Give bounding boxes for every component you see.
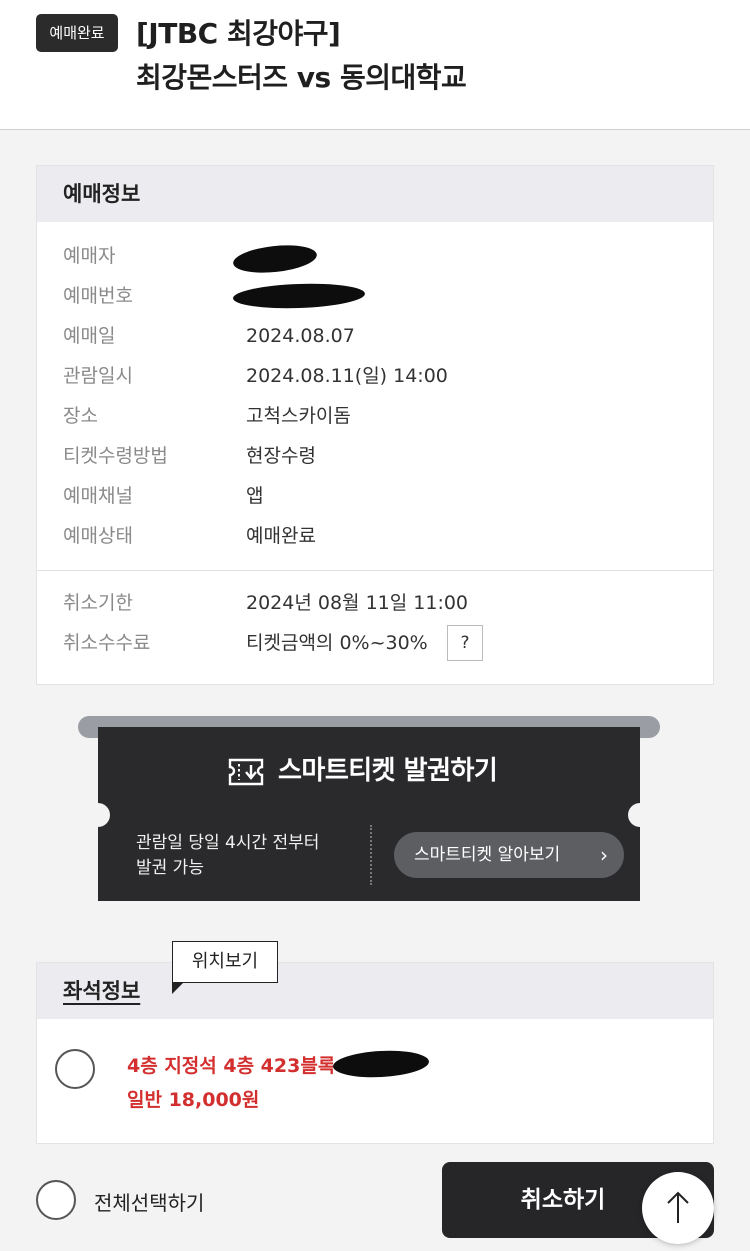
seat-select-radio[interactable] xyxy=(55,1049,95,1089)
info-row-booking-date: 예매일 2024.08.07 xyxy=(37,316,713,356)
info-label: 예매일 xyxy=(63,325,116,347)
page-title: [JTBC 최강야구] 최강몬스터즈 vs 동의대학교 xyxy=(136,12,467,100)
info-row-booker: 예매자 xyxy=(37,236,713,277)
issue-smart-ticket-button[interactable]: 스마트티켓 발권하기 xyxy=(98,727,640,817)
cancel-info-list: 취소기한 2024년 08월 11일 11:00 취소수수료 티켓금액의 0%~… xyxy=(37,571,713,675)
select-all-radio[interactable] xyxy=(36,1180,76,1220)
info-row-pickup-method: 티켓수령방법 현장수령 xyxy=(37,436,713,476)
learn-more-label: 스마트티켓 알아보기 xyxy=(414,845,561,865)
info-row-event-datetime: 관람일시 2024.08.11(일) 14:00 xyxy=(37,356,713,396)
ticket-perforation xyxy=(370,825,372,885)
info-value: 2024.08.07 xyxy=(246,325,355,347)
info-value: 앱 xyxy=(246,485,264,507)
arrow-up-icon xyxy=(666,1190,690,1230)
info-row-cancel-fee: 취소수수료 티켓금액의 0%~30% ? xyxy=(37,623,713,663)
redaction-mark xyxy=(231,241,319,277)
info-value: 예매완료 xyxy=(246,525,316,547)
redaction-mark xyxy=(232,281,366,311)
booking-info-list: 예매자 예매번호 예매일 2024.08.07 관람일시 2024.08.11(… xyxy=(37,222,713,566)
seat-price: 일반 18,000원 xyxy=(127,1089,260,1111)
chevron-right-icon: › xyxy=(600,843,608,867)
info-value: 티켓금액의 0%~30% xyxy=(246,632,428,654)
booking-info-heading: 예매정보 xyxy=(37,166,713,222)
view-location-tooltip[interactable]: 위치보기 xyxy=(172,941,278,994)
info-row-venue: 장소 고척스카이돔 xyxy=(37,396,713,436)
info-label: 티켓수령방법 xyxy=(63,445,168,467)
select-all-label[interactable]: 전체선택하기 xyxy=(94,1187,204,1216)
redaction-mark xyxy=(332,1048,430,1080)
title-line-1: [JTBC 최강야구] xyxy=(136,17,341,50)
info-label: 장소 xyxy=(63,405,98,427)
info-label: 예매채널 xyxy=(63,485,133,507)
title-line-2: 최강몬스터즈 vs 동의대학교 xyxy=(136,61,467,94)
info-row-status: 예매상태 예매완료 xyxy=(37,516,713,556)
info-row-booking-number: 예매번호 xyxy=(37,276,713,316)
seat-description: 4층 지정석 4층 423블록 xyxy=(127,1051,335,1078)
info-value: 2024.08.11(일) 14:00 xyxy=(246,365,448,387)
info-label: 예매자 xyxy=(63,245,116,267)
info-row-cancel-deadline: 취소기한 2024년 08월 11일 11:00 xyxy=(37,583,713,623)
note-line-1: 관람일 당일 4시간 전부터 xyxy=(136,833,320,853)
smart-ticket-card: 스마트티켓 발권하기 관람일 당일 4시간 전부터 발권 가능 스마트티켓 알아… xyxy=(86,727,652,907)
smart-ticket-note: 관람일 당일 4시간 전부터 발권 가능 xyxy=(136,831,319,881)
info-label: 취소기한 xyxy=(63,592,133,614)
info-label: 예매상태 xyxy=(63,525,133,547)
info-label: 관람일시 xyxy=(63,365,133,387)
info-value: 현장수령 xyxy=(246,445,316,467)
booking-info-card: 예매정보 예매자 예매번호 예매일 2024.08.07 관람일시 2024.0… xyxy=(36,165,714,685)
smart-ticket-banner: 스마트티켓 발권하기 관람일 당일 4시간 전부터 발권 가능 스마트티켓 알아… xyxy=(78,716,660,907)
info-label: 취소수수료 xyxy=(63,632,151,654)
ticket-zigzag-edge xyxy=(98,895,640,907)
seat-info-heading[interactable]: 좌석정보 xyxy=(63,975,140,1005)
info-label: 예매번호 xyxy=(63,285,133,307)
smart-ticket-title: 스마트티켓 발권하기 xyxy=(278,756,498,786)
status-badge: 예매완료 xyxy=(36,14,118,52)
smart-ticket-learn-more-button[interactable]: 스마트티켓 알아보기 › xyxy=(394,832,624,878)
seat-label: 4층 지정석 4층 423블록 xyxy=(127,1055,336,1077)
seat-info-header: 좌석정보 xyxy=(37,963,713,1019)
seat-info-card: 좌석정보 4층 지정석 4층 423블록 일반 18,000원 xyxy=(36,962,714,1144)
fee-help-button[interactable]: ? xyxy=(447,625,483,661)
scroll-top-button[interactable] xyxy=(642,1172,714,1244)
page-header: 예매완료 [JTBC 최강야구] 최강몬스터즈 vs 동의대학교 xyxy=(0,0,750,130)
ticket-download-icon xyxy=(228,757,264,787)
info-row-channel: 예매채널 앱 xyxy=(37,476,713,516)
info-value: 고척스카이돔 xyxy=(246,405,351,427)
note-line-2: 발권 가능 xyxy=(136,858,204,878)
info-value: 2024년 08월 11일 11:00 xyxy=(246,592,469,614)
cancel-button-label: 취소하기 xyxy=(520,1187,606,1213)
